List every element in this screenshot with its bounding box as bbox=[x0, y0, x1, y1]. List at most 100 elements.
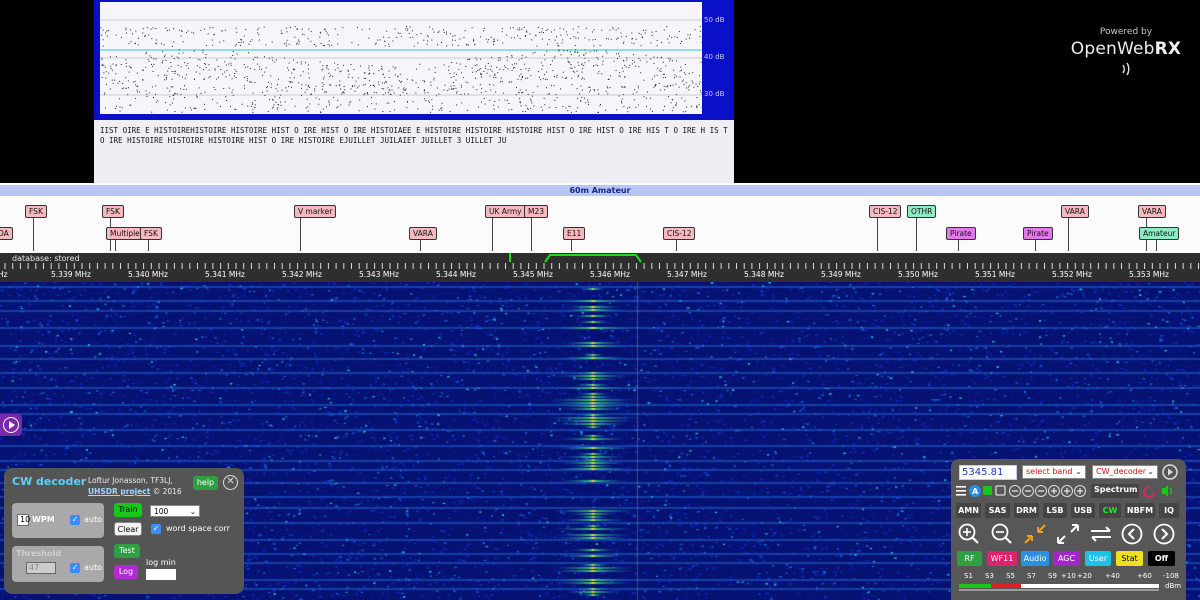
bookmark[interactable]: CIS-12 bbox=[663, 227, 696, 240]
openwebrx-receiver: 50 dB 40 dB 30 dB IIST OIRE E HISTOIREHI… bbox=[0, 0, 1200, 600]
bookmark-pointer bbox=[33, 217, 34, 251]
rf-button[interactable]: RF bbox=[957, 551, 982, 566]
bookmark[interactable]: FSK bbox=[140, 227, 162, 240]
bookmark[interactable]: V marker bbox=[294, 205, 337, 218]
s-meter-label: +10 bbox=[1061, 572, 1076, 580]
bookmark[interactable]: Amateur bbox=[1139, 227, 1180, 240]
bookmark-pointer bbox=[300, 217, 301, 251]
scale-label: 5.347 MHz bbox=[667, 270, 707, 279]
scope-db-label: 50 dB bbox=[704, 16, 725, 24]
zoom-in-icon[interactable] bbox=[956, 522, 982, 546]
zoom-to-center-icon[interactable] bbox=[1022, 522, 1048, 546]
mode-button-amn[interactable]: AMN bbox=[956, 503, 981, 518]
scale-label: 5.344 MHz bbox=[436, 270, 476, 279]
auto-threshold-checkbox[interactable]: ✓ bbox=[70, 563, 80, 573]
mode-button-drm[interactable]: DRM bbox=[1014, 503, 1039, 518]
s-meter-unit: dBm bbox=[1165, 582, 1182, 590]
bookmark[interactable]: Pirate bbox=[946, 227, 976, 240]
s-meter-label: +20 bbox=[1077, 572, 1092, 580]
scale-label: Hz bbox=[0, 270, 8, 279]
train-button[interactable]: Train bbox=[114, 503, 142, 517]
user-button[interactable]: User bbox=[1085, 551, 1111, 566]
word-space-checkbox[interactable]: ✓ bbox=[151, 524, 161, 534]
bookmark[interactable]: FSK bbox=[25, 205, 47, 218]
decoder-select-value: CW_decoder bbox=[1096, 467, 1147, 476]
zoom-full-icon[interactable] bbox=[1055, 522, 1081, 546]
panel-title: CW decoder bbox=[12, 475, 87, 488]
bookmark[interactable]: OTHR bbox=[907, 205, 937, 218]
mode-button-cw[interactable]: CW bbox=[1099, 503, 1121, 518]
receiver-control-panel: 5345.81 select band ⌄ CW_decoder ⌄ A Spect… bbox=[951, 459, 1186, 600]
logo-text: OpenWeb bbox=[1070, 39, 1155, 59]
play-circle-icon[interactable] bbox=[1162, 464, 1178, 480]
bookmark[interactable]: Pirate bbox=[1023, 227, 1053, 240]
log-min-input[interactable] bbox=[146, 569, 176, 580]
bookmark[interactable]: E11 bbox=[563, 227, 586, 240]
top-area: 50 dB 40 dB 30 dB IIST OIRE E HISTOIREHI… bbox=[0, 0, 1200, 183]
bookmark-pointer bbox=[958, 239, 959, 251]
mode-button-lsb[interactable]: LSB bbox=[1043, 503, 1067, 518]
train-select-value: 100 bbox=[154, 507, 169, 516]
close-icon[interactable]: ✕ bbox=[223, 475, 238, 490]
swap-arrows-icon[interactable] bbox=[1088, 522, 1114, 546]
bookmark[interactable]: VARA bbox=[409, 227, 437, 240]
threshold-input[interactable]: 47 bbox=[26, 562, 56, 574]
step-down-icon[interactable] bbox=[1119, 522, 1145, 546]
test-button[interactable]: Test bbox=[114, 544, 140, 558]
step-up-icon[interactable] bbox=[1151, 522, 1177, 546]
svg-text:A: A bbox=[972, 487, 979, 496]
bookmark[interactable]: CIS-12 bbox=[869, 205, 902, 218]
s-meter-label: -108 bbox=[1163, 572, 1179, 580]
radio-waves-icon bbox=[1122, 62, 1130, 76]
logo-text-bold: RX bbox=[1154, 39, 1182, 59]
menu-icon bbox=[956, 486, 966, 496]
bookmark[interactable]: FSK bbox=[102, 205, 124, 218]
bookmark[interactable]: DA bbox=[0, 227, 13, 240]
scale-label: 5.348 MHz bbox=[744, 270, 784, 279]
word-space-label: word space corr bbox=[166, 524, 230, 533]
chevron-down-icon: ⌄ bbox=[1147, 467, 1154, 476]
bookmark[interactable]: VARA bbox=[1061, 205, 1089, 218]
mode-button-iq[interactable]: IQ bbox=[1159, 503, 1179, 518]
frequency-scale[interactable]: database: stored Hz 5.339 MHz 5.340 MHz … bbox=[0, 253, 1200, 282]
mode-button-sas[interactable]: SAS bbox=[985, 503, 1010, 518]
project-link[interactable]: UHSDR project bbox=[88, 487, 150, 496]
log-min-label: log min bbox=[146, 558, 176, 567]
spectrum-button[interactable]: Spectrum bbox=[1094, 485, 1137, 494]
bookmark[interactable]: VARA bbox=[1138, 205, 1166, 218]
powered-by-logo[interactable]: Powered by OpenWebRX bbox=[1066, 27, 1186, 79]
zoom-out-icon[interactable] bbox=[989, 522, 1015, 546]
record-icon bbox=[995, 485, 1006, 496]
train-select[interactable]: 100 ⌄ bbox=[150, 505, 200, 517]
bookmarks-bar: FSK FSK V marker UK Army C M23 CIS-12 OT… bbox=[0, 197, 1200, 253]
author-name: Loftur Jonasson, TF3LJ, bbox=[88, 476, 173, 485]
stat-button[interactable]: Stat bbox=[1116, 551, 1143, 566]
auto-label: auto bbox=[84, 515, 103, 524]
help-button[interactable]: help bbox=[193, 476, 218, 490]
decoder-select[interactable]: CW_decoder ⌄ bbox=[1092, 465, 1158, 479]
agc-button[interactable]: AGC bbox=[1053, 551, 1080, 566]
open-panel-button[interactable] bbox=[0, 414, 22, 436]
bookmark[interactable]: M23 bbox=[524, 205, 549, 218]
wf-button[interactable]: WF11 bbox=[987, 551, 1017, 566]
audio-button[interactable]: Audio bbox=[1021, 551, 1049, 566]
scale-label: 5.346 MHz bbox=[590, 270, 630, 279]
frequency-input[interactable]: 5345.81 bbox=[959, 465, 1017, 480]
scale-label: 5.341 MHz bbox=[205, 270, 245, 279]
band-select[interactable]: select band ⌄ bbox=[1022, 465, 1086, 479]
database-status: database: stored bbox=[12, 254, 80, 263]
mode-button-nbfm[interactable]: NBFM bbox=[1125, 503, 1155, 518]
log-button[interactable]: Log bbox=[114, 565, 138, 579]
auto-wpm-checkbox[interactable]: ✓ bbox=[70, 515, 80, 525]
scale-label: 5.345 MHz bbox=[513, 270, 553, 279]
bookmark-pointer bbox=[676, 239, 677, 251]
bookmark-pointer bbox=[148, 239, 149, 251]
clear-button[interactable]: Clear bbox=[114, 522, 142, 536]
scale-label: 5.351 MHz bbox=[975, 270, 1015, 279]
chevron-down-icon: ⌄ bbox=[1075, 467, 1082, 476]
scale-label: 5.343 MHz bbox=[359, 270, 399, 279]
mode-button-usb[interactable]: USB bbox=[1071, 503, 1095, 518]
wpm-input[interactable]: 10 bbox=[17, 514, 30, 526]
band-name: 60m Amateur bbox=[0, 185, 1200, 196]
off-button[interactable]: Off bbox=[1148, 551, 1175, 566]
